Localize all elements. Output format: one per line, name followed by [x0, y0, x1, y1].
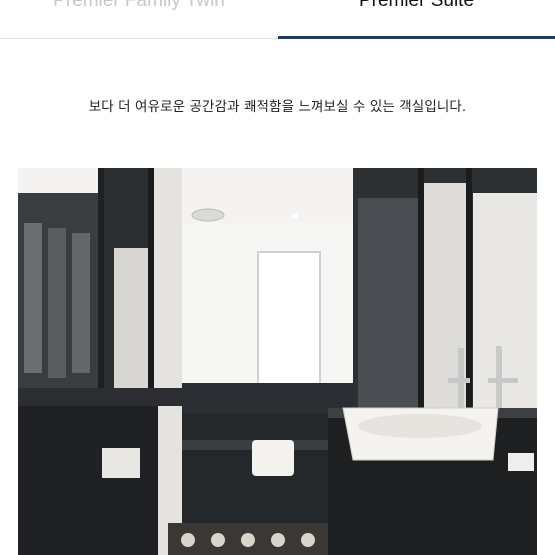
tab-premier-family-twin[interactable]: Premier Family Twin: [0, 0, 278, 39]
bathroom-photo: [18, 168, 537, 555]
tab-label: Premier Suite: [358, 0, 475, 11]
room-tabs: Premier Family Twin Premier Suite: [0, 0, 555, 40]
room-description: 보다 더 여유로운 공간감과 쾌적함을 느껴보실 수 있는 객실입니다.: [88, 99, 467, 115]
tab-label: Premier Family Twin: [53, 0, 225, 11]
tab-premier-suite[interactable]: Premier Suite: [278, 0, 555, 39]
